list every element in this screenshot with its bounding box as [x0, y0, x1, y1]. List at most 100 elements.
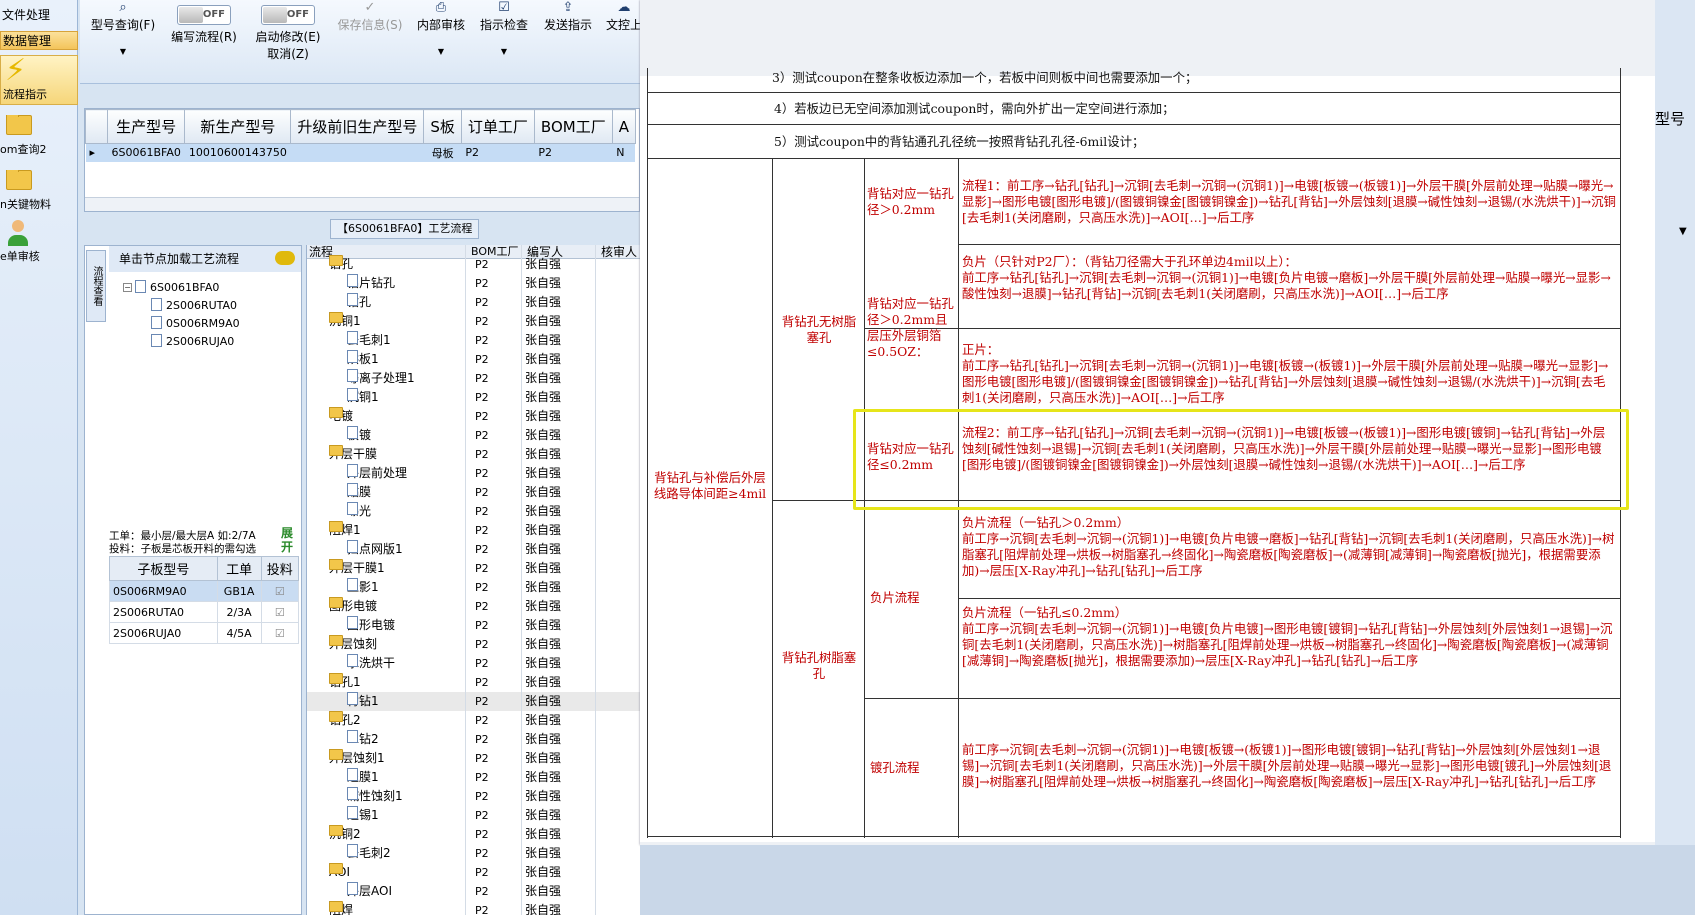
tree-row[interactable]: −铝孔 P2 张自强: [307, 255, 640, 274]
col-header[interactable]: 订单工厂: [460, 109, 535, 144]
cell[interactable]: 0S006RM9A0: [109, 580, 218, 602]
tree-row[interactable]: 退锡1 P2 张自强: [307, 806, 640, 825]
cell[interactable]: 母板: [424, 144, 462, 162]
cell[interactable]: P2: [534, 144, 612, 162]
tree-row[interactable]: −钻孔2 P2 张自强: [307, 711, 640, 730]
tree-row[interactable]: 曝光 P2 张自强: [307, 502, 640, 521]
tree-node[interactable]: 0S006RM9A0: [151, 316, 240, 330]
tree-row[interactable]: 板镀 P2 张自强: [307, 426, 640, 445]
tree-row[interactable]: 图形电镀 P2 张自强: [307, 616, 640, 635]
edit-process-toggle[interactable]: OFF 编写流程(R): [164, 5, 244, 45]
cell[interactable]: 2S006RUJA0: [109, 622, 218, 644]
tree-row[interactable]: 铝片钻孔 P2 张自强: [307, 274, 640, 293]
tree-row[interactable]: 二钻2 P2 张自强: [307, 730, 640, 749]
internal-review-button[interactable]: ⎙ 内部审核 ▼: [413, 0, 469, 56]
print-icon: ⎙: [435, 0, 447, 15]
tree-row[interactable]: 去毛刺1 P2 张自强: [307, 331, 640, 350]
tree-row[interactable]: 钻孔 P2 张自强: [307, 293, 640, 312]
enable-modify-toggle[interactable]: OFF 启动修改(E) 取消(Z): [248, 5, 328, 62]
tree-row-name: 板镀: [347, 426, 371, 445]
horizontal-scrollbar[interactable]: [85, 197, 639, 211]
tree-row[interactable]: 碱性蚀刻1 P2 张自强: [307, 787, 640, 806]
tree-row[interactable]: −外层干膜 P2 张自强: [307, 445, 640, 464]
bom-factory-cell: P2: [475, 486, 489, 499]
table-row[interactable]: 2S006RUJA0 4/5A ☑: [109, 622, 299, 644]
tree-root-label: 6S0061BFA0: [150, 281, 220, 294]
tree-row[interactable]: −阻焊1 P2 张自强: [307, 521, 640, 540]
tree-row[interactable]: 外层AOI P2 张自强: [307, 882, 640, 901]
feed-checkbox[interactable]: ☑: [260, 601, 299, 623]
cell[interactable]: 4/5A: [216, 622, 262, 644]
tree-row[interactable]: 烘板1 P2 张自强: [307, 350, 640, 369]
toggle-switch[interactable]: OFF: [177, 5, 231, 25]
tree-node[interactable]: 2S006RUTA0: [151, 298, 237, 312]
cell[interactable]: 2/3A: [216, 601, 262, 623]
sidebar-item-review[interactable]: e单审核: [0, 220, 78, 266]
tree-row[interactable]: −沉铜1 P2 张自强: [307, 312, 640, 331]
cell[interactable]: P2: [461, 144, 534, 162]
tree-row[interactable]: −AOI P2 张自强: [307, 863, 640, 882]
sidebar-item-process[interactable]: ⚡ 流程指示: [0, 55, 78, 105]
col-header[interactable]: 投料: [260, 556, 299, 581]
tree-row[interactable]: −外层蚀刻 P2 张自强: [307, 635, 640, 654]
col-header[interactable]: A: [611, 109, 636, 144]
table-row[interactable]: 0S006RM9A0 GB1A ☑: [109, 580, 299, 602]
cell[interactable]: 2S006RUTA0: [109, 601, 218, 623]
col-header[interactable]: 升级前旧生产型号: [290, 109, 425, 144]
tree-row[interactable]: 退膜1 P2 张自强: [307, 768, 640, 787]
cell[interactable]: [291, 144, 424, 162]
sidebar-item-key-material[interactable]: n关键物料: [0, 170, 78, 214]
table-row[interactable]: 2S006RUTA0 2/3A ☑: [109, 601, 299, 623]
tree-row[interactable]: 贴膜 P2 张自强: [307, 483, 640, 502]
collapse-icon[interactable]: −: [123, 283, 132, 292]
tree-node[interactable]: 2S006RUJA0: [151, 334, 234, 348]
internal-review-label: 内部审核: [416, 18, 465, 32]
feed-checkbox[interactable]: ☑: [260, 580, 299, 602]
tree-row[interactable]: −电镀 P2 张自强: [307, 407, 640, 426]
tree-node-label: 2S006RUTA0: [166, 299, 238, 312]
tree-row[interactable]: 外层前处理 P2 张自强: [307, 464, 640, 483]
col-header[interactable]: 生产型号: [106, 109, 186, 144]
save-info-button[interactable]: ✓ 保存信息(S): [334, 0, 406, 33]
menu-data-management[interactable]: 数据管理: [0, 31, 78, 50]
menu-file[interactable]: 文件处理: [0, 6, 78, 25]
col-header[interactable]: 新生产型号: [184, 109, 292, 144]
table-row[interactable]: ▸ 6S0061BFA0 10010600143750 母板 P2 P2 N: [85, 143, 636, 162]
col-header[interactable]: 工单: [216, 556, 262, 581]
col-header[interactable]: BOM工厂: [533, 109, 613, 144]
tree-row[interactable]: 背钻1 P2 张自强: [307, 692, 640, 711]
tree-row[interactable]: 去毛刺2 P2 张自强: [307, 844, 640, 863]
tree-row[interactable]: −图形电镀 P2 张自强: [307, 597, 640, 616]
expand-button[interactable]: 展开: [281, 526, 299, 554]
model-query-button[interactable]: ⌕ 型号查询(F) ▼: [88, 0, 158, 56]
tree-row[interactable]: −沉铜2 P2 张自强: [307, 825, 640, 844]
feed-checkbox[interactable]: ☑: [260, 622, 299, 644]
tree-row[interactable]: −钻孔1 P2 张自强: [307, 673, 640, 692]
tree-row[interactable]: −外层蚀刻1 P2 张自强: [307, 749, 640, 768]
col-header[interactable]: 子板型号: [109, 556, 218, 581]
cell[interactable]: N: [612, 144, 635, 162]
tree-row[interactable]: −外层干膜1 P2 张自强: [307, 559, 640, 578]
tree-row[interactable]: 等离子处理1 P2 张自强: [307, 369, 640, 388]
send-instruction-button[interactable]: ⇪ 发送指示: [539, 0, 597, 33]
sidebar-item-bom-query[interactable]: om查询2: [0, 115, 78, 159]
tree-root[interactable]: − 6S0061BFA0: [123, 280, 219, 294]
col-header[interactable]: S板: [423, 109, 462, 144]
instruction-check-button[interactable]: ☑ 指示检查 ▼: [475, 0, 533, 56]
tree-row[interactable]: 水洗烘干 P2 张自强: [307, 654, 640, 673]
tree-row[interactable]: 挡点网版1 P2 张自强: [307, 540, 640, 559]
tree-row-name: 水洗烘干: [347, 654, 395, 673]
chevron-down-icon[interactable]: ▼: [1679, 226, 1687, 237]
tree-row-name: −沉铜2: [329, 825, 361, 844]
tree-row-name: −外层蚀刻1: [329, 749, 385, 768]
tree-row[interactable]: −阻焊 P2 张自强: [307, 901, 640, 915]
cancel-button[interactable]: 取消(Z): [248, 45, 328, 62]
toggle-switch[interactable]: OFF: [261, 5, 315, 25]
tree-row[interactable]: 显影1 P2 张自强: [307, 578, 640, 597]
cell[interactable]: 10010600143750: [185, 144, 291, 162]
cell[interactable]: 6S0061BFA0: [108, 144, 185, 162]
tree-row[interactable]: 沉铜1 P2 张自强: [307, 388, 640, 407]
bom-factory-cell: P2: [475, 334, 489, 347]
cell[interactable]: GB1A: [216, 580, 262, 602]
vertical-tab-process-view[interactable]: 流程查看: [86, 250, 106, 322]
